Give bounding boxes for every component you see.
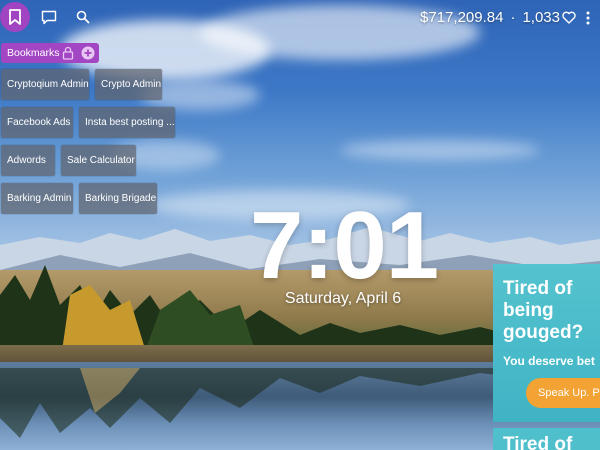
clock-time[interactable]: 7:01: [250, 196, 439, 296]
bookmark-item[interactable]: Sale Calculator: [61, 145, 136, 176]
bookmark-item[interactable]: Cryptoqium Admin: [1, 69, 89, 100]
ad-subtitle: You deserve bet: [503, 354, 595, 368]
bookmarks-toggle-button[interactable]: [0, 2, 30, 32]
more-vertical-icon[interactable]: [584, 11, 592, 25]
bookmark-item[interactable]: Barking Admin: [1, 183, 73, 214]
bookmark-item[interactable]: Insta best posting ...: [79, 107, 175, 138]
chat-button[interactable]: [34, 2, 64, 32]
top-right-stats: $717,209.84 · 1,033: [420, 9, 592, 26]
ad-banner-second[interactable]: Tired of: [493, 428, 600, 450]
ad-title: Tired of being gouged?: [503, 278, 584, 343]
lock-icon[interactable]: [62, 46, 74, 60]
likes-count[interactable]: 1,033: [522, 9, 560, 26]
bookmark-item[interactable]: Crypto Admin: [95, 69, 162, 100]
separator: ·: [510, 9, 516, 26]
add-bookmark-icon[interactable]: [81, 46, 95, 60]
top-bar: $717,209.84 · 1,033: [0, 0, 600, 36]
heart-icon[interactable]: [562, 11, 576, 24]
bookmark-icon: [9, 9, 21, 25]
search-button[interactable]: [68, 2, 98, 32]
bookmark-item[interactable]: Facebook Ads: [1, 107, 73, 138]
balance-value[interactable]: $717,209.84: [420, 9, 503, 26]
ad-second-title: Tired of: [503, 434, 573, 450]
clock-date: Saturday, April 6: [284, 290, 402, 307]
bookmark-item[interactable]: Adwords: [1, 145, 55, 176]
bookmark-item[interactable]: Barking Brigade: [79, 183, 157, 214]
chat-icon: [41, 10, 57, 24]
bookmarks-header-label: Bookmarks: [7, 47, 60, 59]
ad-banner[interactable]: Tired of being gouged? You deserve bet S…: [493, 264, 600, 422]
bookmarks-header[interactable]: Bookmarks: [1, 43, 99, 63]
ad-cta-button[interactable]: Speak Up. P: [526, 378, 600, 408]
search-icon: [76, 10, 90, 24]
